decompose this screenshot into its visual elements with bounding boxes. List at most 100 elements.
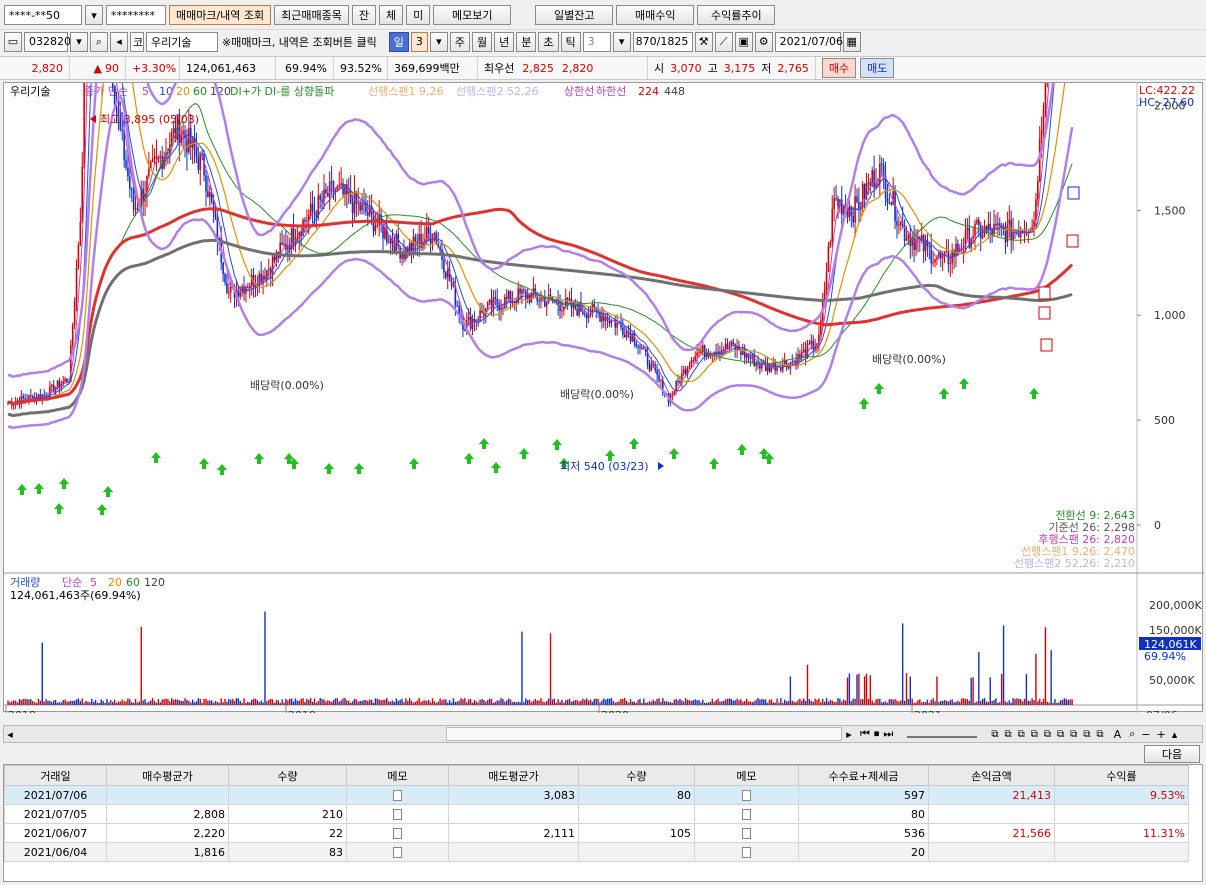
table-row[interactable]: 2021/06/04 1,816 83 20 (4, 842, 1189, 862)
column-header[interactable]: 거래일 (4, 765, 107, 786)
column-header[interactable]: 매도평균가 (448, 765, 579, 786)
memo-icon[interactable] (694, 823, 799, 843)
volume-bar (279, 702, 281, 705)
chevron-down-icon[interactable]: ▾ (85, 5, 103, 25)
memo-icon[interactable] (346, 785, 449, 805)
memo-icon[interactable] (694, 785, 799, 805)
period-minute-button[interactable]: 분 (516, 31, 537, 52)
chart-tools-icon[interactable]: ⚒ (694, 31, 713, 52)
period-week-button[interactable]: 주 (449, 31, 471, 52)
gear-icon[interactable]: ⚙ (754, 31, 773, 52)
stock-chart[interactable]: 우리기술 종가 단순 5 10 20 60 120 DI+가 DI-를 상향돌파 선행스팬1 9… (4, 83, 1204, 713)
candle-body (848, 207, 851, 218)
stock-code-input[interactable]: 032820 (24, 31, 71, 52)
x-axis-label: 2020 (601, 709, 629, 713)
buy-button[interactable]: 매수 (821, 58, 857, 78)
volume-bar (51, 702, 53, 705)
high-annotation: 최고 3,895 (05/03) (100, 113, 199, 126)
chart-options-icon[interactable]: ⧉⧉⧉⧉⧉⧉⧉⧉⧉ (991, 729, 1109, 740)
table-cell: 3,083 (448, 785, 579, 805)
save-icon[interactable]: ▣ (734, 31, 753, 52)
recent-trades-button[interactable]: 최근매매종목 (274, 5, 349, 25)
chart-scrollbar[interactable]: ◂ ▸ ⏮⏹⏭ ⧉⧉⧉⧉⧉⧉⧉⧉⧉ A ⌕ − + ▴ (3, 725, 1203, 743)
candle-body (949, 263, 952, 265)
memo-icon[interactable] (346, 823, 449, 843)
period-day-button[interactable]: 일 (388, 31, 409, 52)
candle-body (880, 163, 883, 165)
column-header[interactable]: 수량 (578, 765, 695, 786)
text-tool-icon[interactable]: A (1114, 728, 1122, 741)
volume-bar (873, 702, 875, 705)
chevron-down-icon[interactable]: ▾ (612, 31, 631, 52)
column-header[interactable]: 수량 (228, 765, 347, 786)
table-row[interactable]: 2021/07/06 3,083 80 597 21,413 9.53% (4, 785, 1189, 805)
password-field[interactable]: ******** (106, 5, 166, 25)
volume-bar (648, 701, 651, 705)
window-icon[interactable]: ▭ (4, 31, 22, 52)
volume-bar (768, 699, 771, 705)
password-value: ******** (111, 8, 155, 22)
search-icon[interactable]: ⌕ (90, 31, 108, 52)
memo-icon[interactable] (346, 804, 449, 824)
column-header[interactable]: 메모 (694, 765, 799, 786)
playback-controls-icon[interactable]: ⏮⏹⏭ (860, 727, 897, 741)
next-button[interactable]: 다음 (1144, 745, 1200, 763)
minus-icon[interactable]: − (1141, 728, 1150, 741)
executed-button[interactable]: 체 (379, 5, 404, 25)
calendar-icon[interactable]: ▦ (842, 31, 861, 52)
zoom-slider[interactable] (907, 730, 978, 738)
candle-body (153, 157, 156, 160)
volume-bar (709, 701, 712, 705)
volume-bar (966, 699, 969, 705)
memo-icon[interactable] (346, 842, 449, 862)
date-field[interactable]: 2021/07/06 (774, 31, 843, 52)
volume-bar (612, 701, 615, 705)
bar-count-field[interactable]: 870/1825 (632, 31, 693, 52)
price-chart-panel[interactable]: 우리기술 종가 단순 5 10 20 60 120 DI+가 DI-를 상향돌파 선행스팬1 9… (3, 82, 1204, 713)
top-toolbar: ****-**50 ▾ ******** 매매마크/내역 조회 최근매매종목 잔… (0, 3, 1206, 27)
balance-button[interactable]: 잔 (351, 5, 377, 25)
candle-body (898, 225, 900, 227)
trade-profit-button[interactable]: 매매수익 (616, 5, 695, 25)
volume-bar (983, 698, 986, 705)
plus-icon[interactable]: + (1157, 728, 1166, 741)
column-header[interactable]: 매수평균가 (106, 765, 229, 786)
volume-bar (73, 700, 76, 705)
table-cell: 9.53% (1054, 785, 1189, 805)
volume-ma-period: 20 (108, 576, 122, 589)
memo-icon[interactable] (694, 804, 799, 824)
volume-bar (723, 700, 725, 705)
tick-value-field[interactable]: 3 (582, 31, 611, 52)
candle-body (418, 234, 420, 246)
memo-icon[interactable] (694, 842, 799, 862)
unfilled-button[interactable]: 미 (406, 5, 431, 25)
column-header[interactable]: 수익률 (1054, 765, 1189, 786)
zoom-icon[interactable]: ⌕ (1129, 727, 1135, 741)
expand-icon[interactable]: ▴ (1172, 728, 1178, 741)
column-header[interactable]: 메모 (346, 765, 449, 786)
table-row[interactable]: 2021/06/07 2,220 22 2,111 105 536 21,566 11.31% (4, 823, 1189, 843)
period-second-button[interactable]: 초 (538, 31, 559, 52)
account-select[interactable]: ****-**50 (4, 5, 82, 25)
period-multiplier-button[interactable]: 3 (410, 31, 428, 52)
table-row[interactable]: 2021/07/05 2,808 210 80 (4, 804, 1189, 824)
return-trend-button[interactable]: 수익률추이 (697, 5, 776, 25)
period-month-button[interactable]: 월 (472, 31, 493, 52)
scroll-left-icon[interactable]: ◂ (4, 728, 16, 741)
draw-tool-icon[interactable]: ⟋ (714, 31, 733, 52)
memo-view-button[interactable]: 메모보기 (433, 5, 512, 25)
sell-button[interactable]: 매도 (860, 58, 895, 78)
period-year-button[interactable]: 년 (494, 31, 515, 52)
chevron-down-icon[interactable]: ▾ (70, 31, 88, 52)
stock-name-field[interactable]: 우리기술 (146, 31, 218, 52)
daily-balance-button[interactable]: 일별잔고 (535, 5, 614, 25)
column-header[interactable]: 수수료+제세금 (798, 765, 929, 786)
chevron-down-icon[interactable]: ▾ (429, 31, 448, 52)
period-tick-button[interactable]: 틱 (560, 31, 581, 52)
column-header[interactable]: 손익금액 (928, 765, 1055, 786)
scroll-right-icon[interactable]: ▸ (842, 728, 856, 741)
speaker-icon[interactable]: ◂ (110, 31, 128, 52)
volume-bar (445, 699, 447, 705)
trade-mark-query-button[interactable]: 매매마크/내역 조회 (169, 5, 272, 25)
scroll-thumb[interactable] (446, 727, 842, 741)
